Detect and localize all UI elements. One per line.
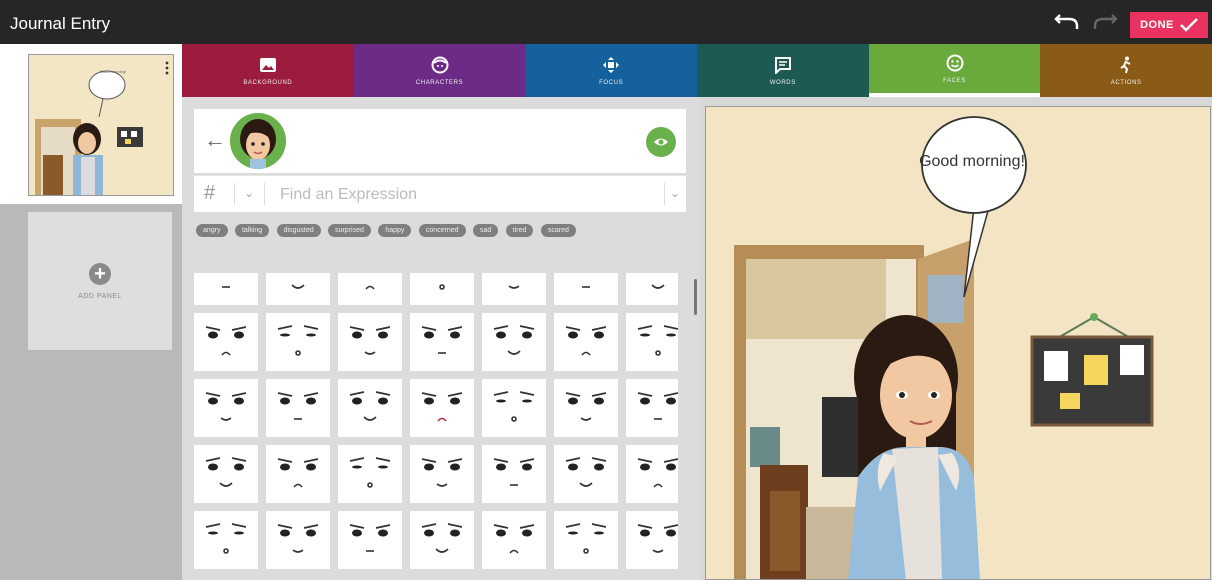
tag-angry[interactable]: angry [196,224,228,237]
tab-label: FACES [943,77,966,84]
undo-icon[interactable] [1054,14,1080,32]
redo-icon[interactable] [1092,14,1118,32]
expression-panel: ← # ⌄ ⌄ angry talking disgusted surp [182,97,700,580]
expression-tags: angry talking disgusted surprised happy … [196,219,666,241]
smiley-icon [946,54,964,71]
expression-thumbnail[interactable] [266,511,330,569]
speech-bubble-text: Good morning! [919,153,1025,170]
expression-thumbnail[interactable] [554,445,618,503]
tag-scared[interactable]: scared [540,224,576,237]
done-button[interactable]: DONE [1130,12,1208,38]
expression-thumbnail[interactable] [626,511,678,569]
expression-thumbnail[interactable] [338,379,402,437]
expression-thumbnail[interactable] [266,445,330,503]
expression-thumbnail[interactable] [410,379,474,437]
tab-background[interactable]: BACKGROUND [182,44,354,97]
expression-thumbnail[interactable] [410,511,474,569]
tab-label: WORDS [769,79,796,86]
tab-focus[interactable]: FOCUS [525,44,698,97]
walking-icon [1120,56,1131,73]
done-label: DONE [1140,19,1174,31]
tab-label: BACKGROUND [243,79,293,86]
add-panel-button[interactable]: + ADD PANEL [28,212,172,350]
add-panel-label: ADD PANEL [78,292,122,300]
tab-actions[interactable]: ACTIONS [1040,44,1212,97]
image-icon [259,57,276,72]
expression-thumbnail[interactable] [554,313,618,371]
tab-characters[interactable]: CHARACTERS [353,44,526,97]
expression-thumbnail[interactable] [626,445,678,503]
expression-thumbnail[interactable] [338,313,402,371]
expression-thumbnail[interactable] [194,273,258,305]
tab-label: ACTIONS [1110,79,1142,86]
expression-thumbnail[interactable] [410,445,474,503]
eye-icon[interactable] [646,127,676,157]
plus-icon: + [89,262,111,285]
panel-sidebar: Good morning! + ADD PANEL [0,44,182,580]
tag-sad[interactable]: sad [473,224,499,237]
expression-thumbnail[interactable] [482,445,546,503]
speech-icon [774,56,791,74]
expression-search-input[interactable] [278,182,662,208]
back-arrow-icon[interactable]: ← [204,127,226,153]
expression-thumbnail[interactable] [410,313,474,371]
panel-thumbnail[interactable]: Good morning! [28,54,174,196]
top-bar: Journal Entry DONE [0,0,1212,44]
tag-disgusted[interactable]: disgusted [276,224,321,237]
expression-thumbnail[interactable] [482,313,546,371]
thumbnail-bubble-text: Good morning! [99,69,127,74]
comic-panel-canvas[interactable] [705,106,1211,580]
expression-search-bar: # ⌄ ⌄ [194,175,686,212]
expression-thumbnail[interactable] [410,273,474,305]
divider [264,183,265,205]
tool-tabs: BACKGROUND CHARACTERS FOCUS WORDS FACES … [182,44,1212,97]
scrollbar[interactable] [694,279,697,315]
expression-thumbnail[interactable] [194,445,258,503]
character-avatar [230,113,286,169]
tag-tired[interactable]: tired [505,224,534,237]
chevron-down-icon[interactable]: ⌄ [244,186,254,200]
divider [234,183,235,205]
tab-label: FOCUS [599,79,624,86]
chevron-down-icon[interactable]: ⌄ [670,186,680,200]
tag-concerned[interactable]: concerned [418,224,466,237]
expression-thumbnail[interactable] [482,379,546,437]
hash-filter-label[interactable]: # [204,182,215,205]
expression-thumbnail[interactable] [554,273,618,305]
expression-thumbnail[interactable] [338,445,402,503]
tab-faces[interactable]: FACES [868,44,1041,97]
scene-illustration [706,107,1210,579]
expression-thumbnail[interactable] [266,313,330,371]
expression-thumbnail[interactable] [554,379,618,437]
character-header: ← [194,109,686,173]
tag-happy[interactable]: happy [378,224,412,237]
panel-slot: Good morning! [0,44,182,204]
tab-words[interactable]: WORDS [697,44,869,97]
face-icon [431,56,448,73]
expression-thumbnail[interactable] [266,273,330,305]
tab-label: CHARACTERS [415,79,464,86]
divider [664,183,665,205]
page-title: Journal Entry [10,14,111,33]
expression-thumbnail[interactable] [626,379,678,437]
expression-thumbnail[interactable] [194,313,258,371]
expression-grid [194,273,678,580]
expression-thumbnail[interactable] [266,379,330,437]
expression-thumbnail[interactable] [194,511,258,569]
checkmark-icon [1180,18,1198,32]
expression-thumbnail[interactable] [554,511,618,569]
thumbnail-scene [29,55,173,195]
expression-thumbnail[interactable] [626,313,678,371]
move-icon [603,56,620,73]
expression-thumbnail[interactable] [194,379,258,437]
expression-thumbnail[interactable] [626,273,678,305]
tag-surprised[interactable]: surprised [328,224,371,237]
expression-thumbnail[interactable] [338,511,402,569]
expression-thumbnail[interactable] [482,511,546,569]
expression-thumbnail[interactable] [338,273,402,305]
tag-talking[interactable]: talking [234,224,270,237]
expression-thumbnail[interactable] [482,273,546,305]
